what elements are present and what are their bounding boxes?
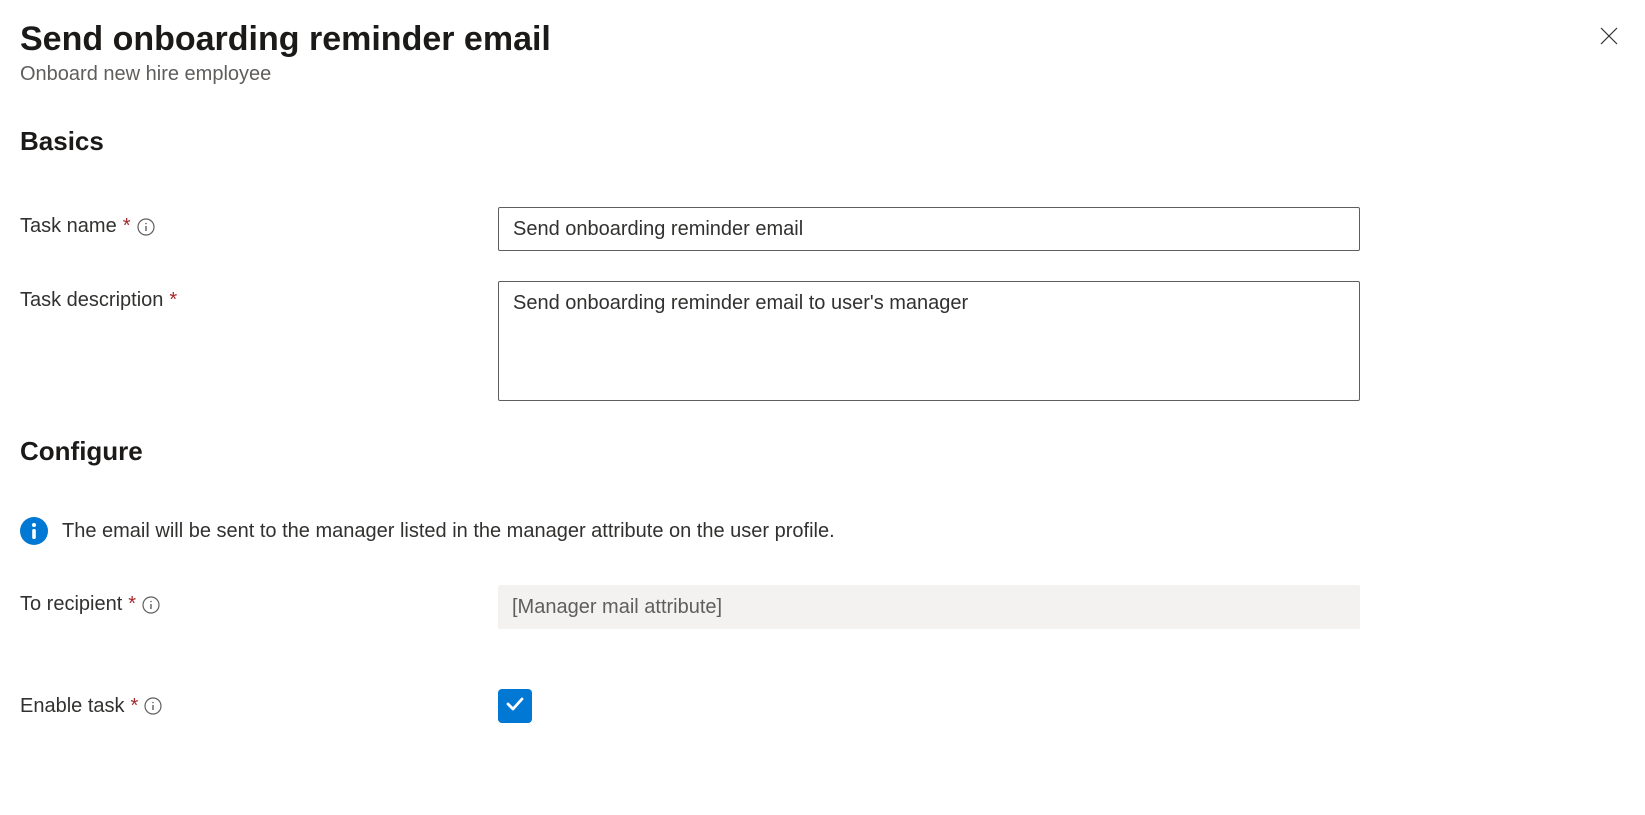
task-name-label-wrapper: Task name * <box>20 207 498 238</box>
close-icon <box>1597 24 1621 51</box>
basics-heading: Basics <box>20 126 1625 157</box>
to-recipient-label-wrapper: To recipient * <box>20 585 498 616</box>
to-recipient-input <box>498 585 1360 629</box>
configure-section: Configure The email will be sent to the … <box>20 436 1625 723</box>
header-text-block: Send onboarding reminder email Onboard n… <box>20 20 1593 86</box>
info-icon[interactable] <box>142 596 160 614</box>
required-indicator: * <box>128 593 136 616</box>
page-title: Send onboarding reminder email <box>20 20 1593 59</box>
task-name-input[interactable] <box>498 207 1360 251</box>
task-name-row: Task name * <box>20 207 1625 251</box>
required-indicator: * <box>123 215 131 238</box>
task-name-label: Task name <box>20 215 117 238</box>
info-icon[interactable] <box>137 218 155 236</box>
info-icon[interactable] <box>144 697 162 715</box>
to-recipient-row: To recipient * <box>20 585 1625 629</box>
enable-task-checkbox[interactable] <box>498 689 532 723</box>
task-description-row: Task description * <box>20 281 1625 406</box>
task-description-label-wrapper: Task description * <box>20 281 498 312</box>
to-recipient-label: To recipient <box>20 593 122 616</box>
info-message: The email will be sent to the manager li… <box>20 517 1625 545</box>
task-description-label: Task description <box>20 289 163 312</box>
panel-header: Send onboarding reminder email Onboard n… <box>20 20 1625 86</box>
enable-task-control <box>498 689 532 723</box>
required-indicator: * <box>169 289 177 312</box>
enable-task-label-wrapper: Enable task * <box>20 695 498 718</box>
task-name-control <box>498 207 1360 251</box>
checkmark-icon <box>504 693 526 720</box>
required-indicator: * <box>131 695 139 718</box>
task-description-control <box>498 281 1360 406</box>
enable-task-label: Enable task <box>20 695 125 718</box>
enable-task-row: Enable task * <box>20 689 1625 723</box>
task-description-input[interactable] <box>498 281 1360 401</box>
to-recipient-control <box>498 585 1360 629</box>
info-filled-icon <box>20 517 48 545</box>
close-button[interactable] <box>1593 20 1625 55</box>
info-message-text: The email will be sent to the manager li… <box>62 520 835 543</box>
page-subtitle: Onboard new hire employee <box>20 63 1593 86</box>
configure-heading: Configure <box>20 436 1625 467</box>
